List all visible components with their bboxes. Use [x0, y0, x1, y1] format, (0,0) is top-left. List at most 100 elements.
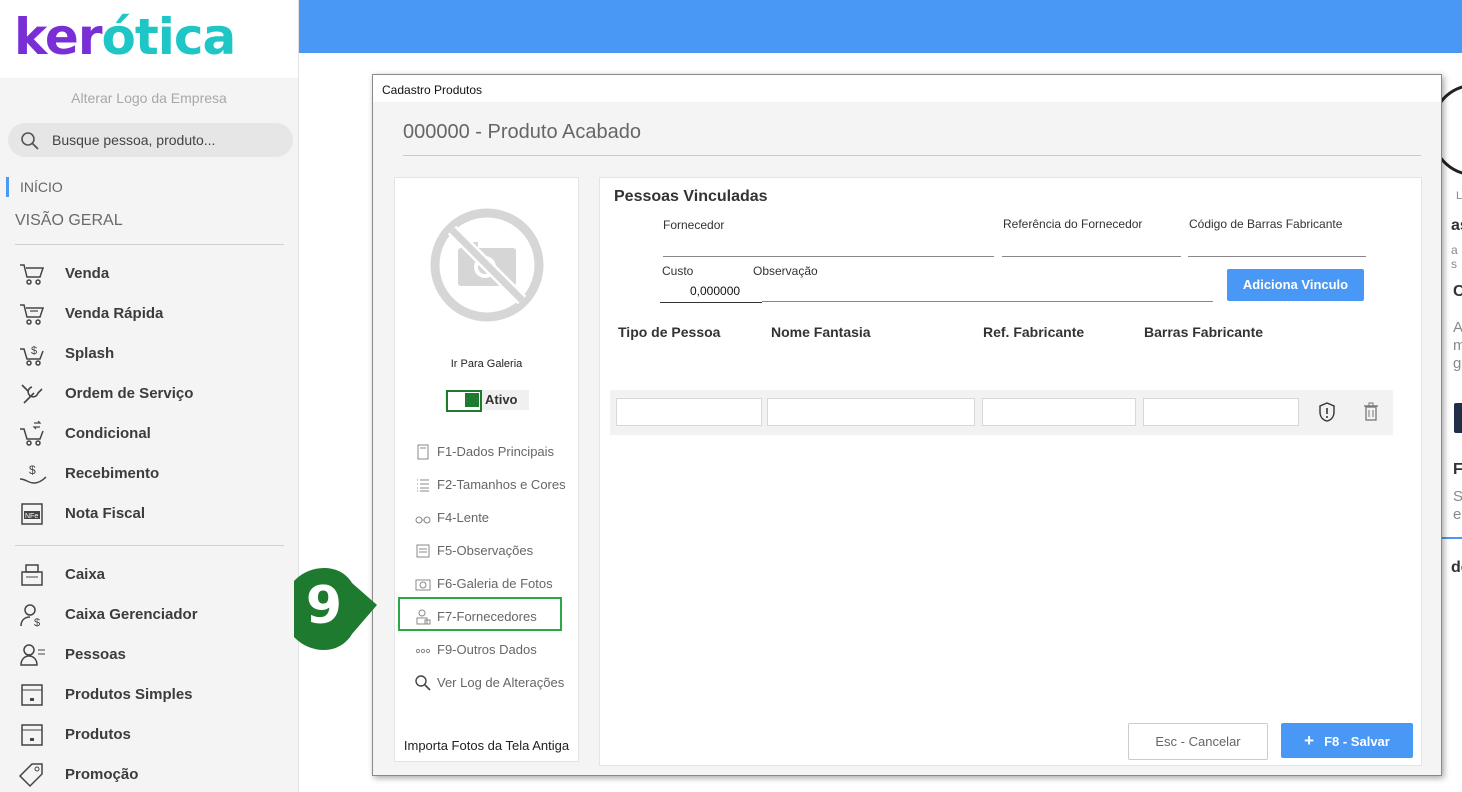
background-text: g [1453, 355, 1462, 372]
menu-item-label: F2-Tamanhos e Cores [437, 477, 566, 492]
menu-item-label: F6-Galeria de Fotos [437, 576, 553, 591]
save-button[interactable]: + F8 - Salvar [1281, 723, 1413, 758]
cash-register-icon [21, 564, 43, 586]
background-text: as [1451, 217, 1462, 234]
background-text: m [1453, 337, 1462, 354]
dots-icon [415, 648, 431, 654]
menu-item-label: F4-Lente [437, 510, 490, 525]
sidebar-item-venda-rapida[interactable]: Venda Rápida [18, 299, 288, 329]
ir-para-galeria-link[interactable]: Ir Para Galeria [395, 358, 578, 370]
background-button [1454, 403, 1462, 433]
ativo-toggle[interactable]: Ativo [445, 390, 529, 412]
fornecedor-field[interactable] [663, 256, 994, 257]
background-text: e [1453, 506, 1462, 523]
logo-part-2: ótica [101, 8, 236, 66]
svg-text:$: $ [29, 463, 36, 477]
sidebar-item-promocao[interactable]: Promoção [18, 760, 288, 790]
divider [403, 155, 1421, 156]
section-title: Pessoas Vinculadas [614, 188, 768, 205]
custo-label: Custo [662, 264, 694, 278]
product-side-panel: Ir Para Galeria Ativo F1-Dados Principai… [394, 177, 579, 762]
dialog-title: Cadastro Produtos [382, 83, 483, 97]
sidebar-item-condicional[interactable]: Condicional [18, 419, 288, 449]
sidebar-item-label: Promoção [65, 766, 139, 783]
dialog-titlebar: Cadastro Produtos [373, 75, 1441, 102]
menu-item-label: F1-Dados Principais [437, 444, 555, 459]
cancel-button[interactable]: Esc - Cancelar [1128, 723, 1268, 760]
wrench-icon [21, 384, 43, 404]
sidebar-item-label: Nota Fiscal [65, 505, 146, 522]
plus-icon: + [1304, 731, 1315, 750]
camera-icon [415, 579, 431, 591]
sidebar-item-label: Splash [65, 345, 115, 362]
cadastro-produtos-dialog: Cadastro Produtos 000000 - Produto Acaba… [372, 74, 1442, 776]
sidebar-item-splash[interactable]: $ Splash [18, 339, 288, 369]
menu-item-label: F9-Outros Dados [437, 642, 537, 657]
codigo-barras-label: Código de Barras Fabricante [1189, 217, 1343, 231]
toggle-knob [465, 393, 479, 407]
sidebar-item-nota-fiscal[interactable]: NFe Nota Fiscal [18, 499, 288, 529]
highlight-box [398, 597, 562, 631]
sidebar: kerótica Alterar Logo da Empresa Busque … [0, 0, 299, 792]
nome-fantasia-input[interactable] [767, 398, 975, 426]
referencia-field[interactable] [1002, 256, 1181, 257]
company-logo[interactable]: kerótica [14, 8, 236, 66]
observacao-field[interactable] [762, 301, 1213, 302]
cart-icon [20, 264, 45, 285]
sidebar-item-recebimento[interactable]: $ Recebimento [18, 459, 288, 489]
list-icon [417, 479, 429, 492]
search-icon [21, 132, 39, 150]
codigo-barras-field[interactable] [1188, 256, 1366, 257]
sidebar-item-produtos-simples[interactable]: Produtos Simples [18, 680, 288, 710]
sidebar-item-ordem-servico[interactable]: Ordem de Serviço [18, 379, 288, 409]
logo-part-1: ker [14, 8, 102, 66]
shield-icon[interactable] [1318, 402, 1336, 422]
cart-dollar-icon: $ [20, 345, 44, 366]
search-input[interactable]: Busque pessoa, produto... [52, 132, 215, 148]
glasses-icon [415, 516, 431, 524]
ativo-label: Ativo [485, 392, 518, 407]
column-header: Nome Fantasia [771, 324, 871, 340]
search-box[interactable]: Busque pessoa, produto... [8, 123, 293, 157]
nav-visao-geral[interactable]: VISÃO GERAL [15, 212, 123, 230]
step-number: 9 [305, 576, 343, 636]
background-text: C [1453, 283, 1462, 300]
sidebar-item-venda[interactable]: Venda [18, 259, 288, 289]
person-dollar-icon: $ [20, 604, 40, 628]
trash-icon[interactable] [1363, 402, 1379, 422]
notes-icon [416, 544, 430, 558]
divider [15, 244, 284, 245]
menu-item-label: F5-Observações [437, 543, 534, 558]
sidebar-item-label: Pessoas [65, 646, 126, 663]
sidebar-item-label: Venda Rápida [65, 305, 164, 322]
cart-arrows-icon [20, 421, 44, 446]
importa-fotos-link[interactable]: Importa Fotos da Tela Antiga [395, 738, 578, 753]
alter-logo-link[interactable]: Alterar Logo da Empresa [0, 90, 298, 106]
divider [15, 545, 284, 546]
no-photo-icon[interactable] [430, 208, 544, 322]
background-text: F [1453, 461, 1462, 478]
toggle-switch[interactable] [446, 390, 482, 412]
sidebar-item-label: Caixa [65, 566, 106, 583]
box-icon [21, 684, 43, 706]
sidebar-item-label: Ordem de Serviço [65, 385, 194, 402]
nav-inicio[interactable]: INÍCIO [6, 177, 63, 197]
sidebar-item-label: Recebimento [65, 465, 160, 482]
table-row [610, 390, 1393, 435]
magnifier-icon [415, 675, 431, 691]
ref-fabricante-input[interactable] [982, 398, 1136, 426]
sidebar-item-label: Caixa Gerenciador [65, 606, 198, 623]
sidebar-item-pessoas[interactable]: Pessoas [18, 640, 288, 670]
sidebar-item-caixa[interactable]: Caixa [18, 560, 288, 590]
custo-field[interactable]: 0,000000 [690, 284, 740, 298]
sidebar-item-caixa-gerenciador[interactable]: $ Caixa Gerenciador [18, 600, 288, 630]
top-bar [299, 0, 1462, 53]
sidebar-item-produtos[interactable]: Produtos [18, 720, 288, 750]
barras-fabricante-input[interactable] [1143, 398, 1299, 426]
adiciona-vinculo-button[interactable]: Adiciona Vinculo [1227, 269, 1364, 301]
cart-fast-icon [20, 304, 45, 325]
tipo-pessoa-input[interactable] [616, 398, 762, 426]
logo-area: kerótica [0, 0, 298, 78]
column-header: Tipo de Pessoa [618, 324, 721, 340]
observacao-label: Observação [753, 264, 818, 278]
